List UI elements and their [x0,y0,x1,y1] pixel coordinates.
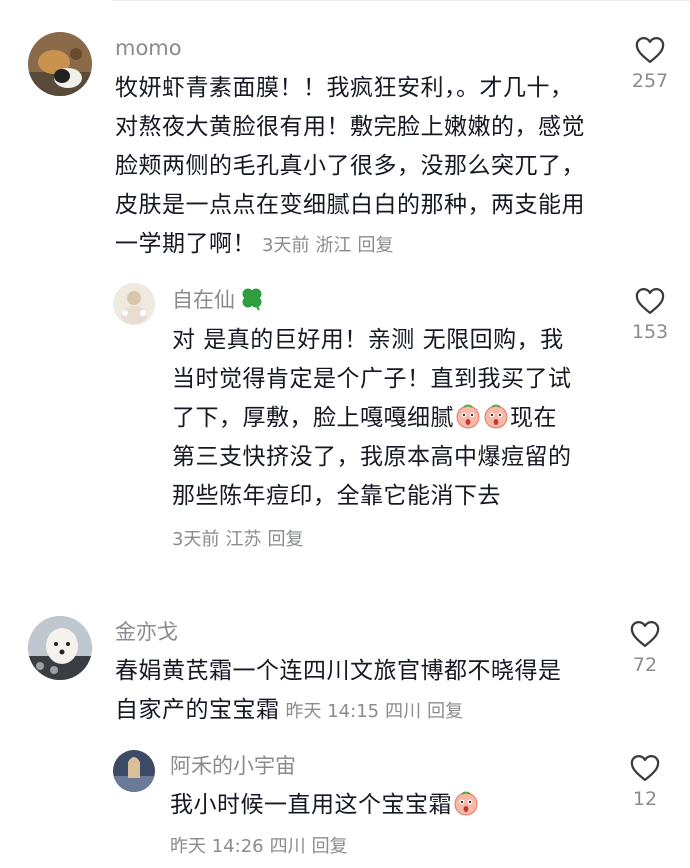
comment-username[interactable]: 金亦戈 [115,618,178,646]
comment-line: 对 是真的巨好用！亲测 无限回购，我 [172,327,564,353]
comment-location: 江苏 [225,529,262,550]
avatar-dog-image [28,616,92,680]
comment-text: 对 是真的巨好用！亲测 无限回购，我 当时觉得肯定是个广子！直到我买了试 了下，… [172,321,612,516]
avatar-image [113,750,155,792]
comment-username[interactable]: 自在仙 [172,285,265,314]
comment-line: 一学期了啊！ 3天前 浙江 回复 [115,225,625,265]
comment-meta: 3天前 江苏 回复 [172,525,309,551]
avatar[interactable] [113,283,155,325]
comment-line: 了下，厚敷，脸上嘎嘎细腻 现在 [172,404,557,431]
avatar[interactable] [28,616,92,680]
comment-time: 昨天 14:26 [170,836,264,857]
reply-button[interactable]: 回复 [267,529,303,550]
avatar[interactable] [28,32,92,96]
like-count: 72 [632,654,658,676]
reply-button[interactable]: 回复 [312,836,348,857]
avatar-dog-image [28,32,92,96]
comment-time: 3天前 [172,529,220,550]
comment-line: 我小时候一直用这个宝宝霜 [170,786,610,825]
comment-location: 四川 [269,836,306,857]
clover-icon [242,288,262,311]
comment-line: 那些陈年痘印，全靠它能消下去 [172,483,501,509]
comment-location: 浙江 [315,235,352,256]
like-button[interactable]: 72 [615,620,675,676]
comment-text: 我小时候一直用这个宝宝霜 [170,786,610,825]
scared-face-emoji [484,404,508,429]
reply-button[interactable]: 回复 [357,235,393,256]
like-button[interactable]: 12 [615,754,675,810]
heart-outline-icon [635,37,665,63]
avatar[interactable] [113,750,155,792]
like-button[interactable]: 257 [620,36,680,92]
comment-line: 牧妍虾青素面膜！！我疯狂安利，。才几十， [115,75,574,101]
heart-outline-icon [630,621,660,647]
like-count: 12 [632,788,658,810]
comment-time: 3天前 [262,235,310,256]
like-count: 153 [631,321,669,343]
comment-location: 四川 [385,701,422,722]
comment-line: 春娟黄芪霜一个连四川文旅官博都不晓得是 [115,658,562,684]
comment-username[interactable]: 阿禾的小宇宙 [170,752,296,780]
comment-meta: 昨天 14:15 四川 回复 [286,701,470,722]
reply-button[interactable]: 回复 [427,701,463,722]
scared-face-emoji [454,791,478,816]
comment-line: 皮肤是一点点在变细腻白白的那种，两支能用 [115,192,585,218]
comment-text: 春娟黄芪霜一个连四川文旅官博都不晓得是 自家产的宝宝霜 昨天 14:15 四川 回复 [115,652,625,731]
avatar-image [113,283,155,325]
like-button[interactable]: 153 [620,287,680,343]
like-count: 257 [631,70,669,92]
comment-time: 昨天 14:15 [285,701,380,722]
comment-text: 牧妍虾青素面膜！！我疯狂安利，。才几十， 对熬夜大黄脸很有用！敷完脸上嫩嫩的，感… [115,69,625,265]
comment-meta: 昨天 14:26 四川 回复 [170,832,354,858]
scared-face-emoji [456,404,480,429]
comment-line: 对熬夜大黄脸很有用！敷完脸上嫩嫩的，感觉 [115,114,585,140]
comment-username[interactable]: momo [115,34,182,62]
comment-line: 自家产的宝宝霜 昨天 14:15 四川 回复 [115,691,625,731]
heart-outline-icon [630,755,660,781]
heart-outline-icon [635,288,665,314]
comment-meta: 3天前 浙江 回复 [262,235,399,256]
top-divider [112,0,690,1]
comment-line: 脸颊两侧的毛孔真小了很多，没那么突兀了， [115,153,585,179]
comment-line: 当时觉得肯定是个广子！直到我买了试 [172,366,572,392]
comment-line: 第三支快挤没了，我原本高中爆痘留的 [172,444,572,470]
